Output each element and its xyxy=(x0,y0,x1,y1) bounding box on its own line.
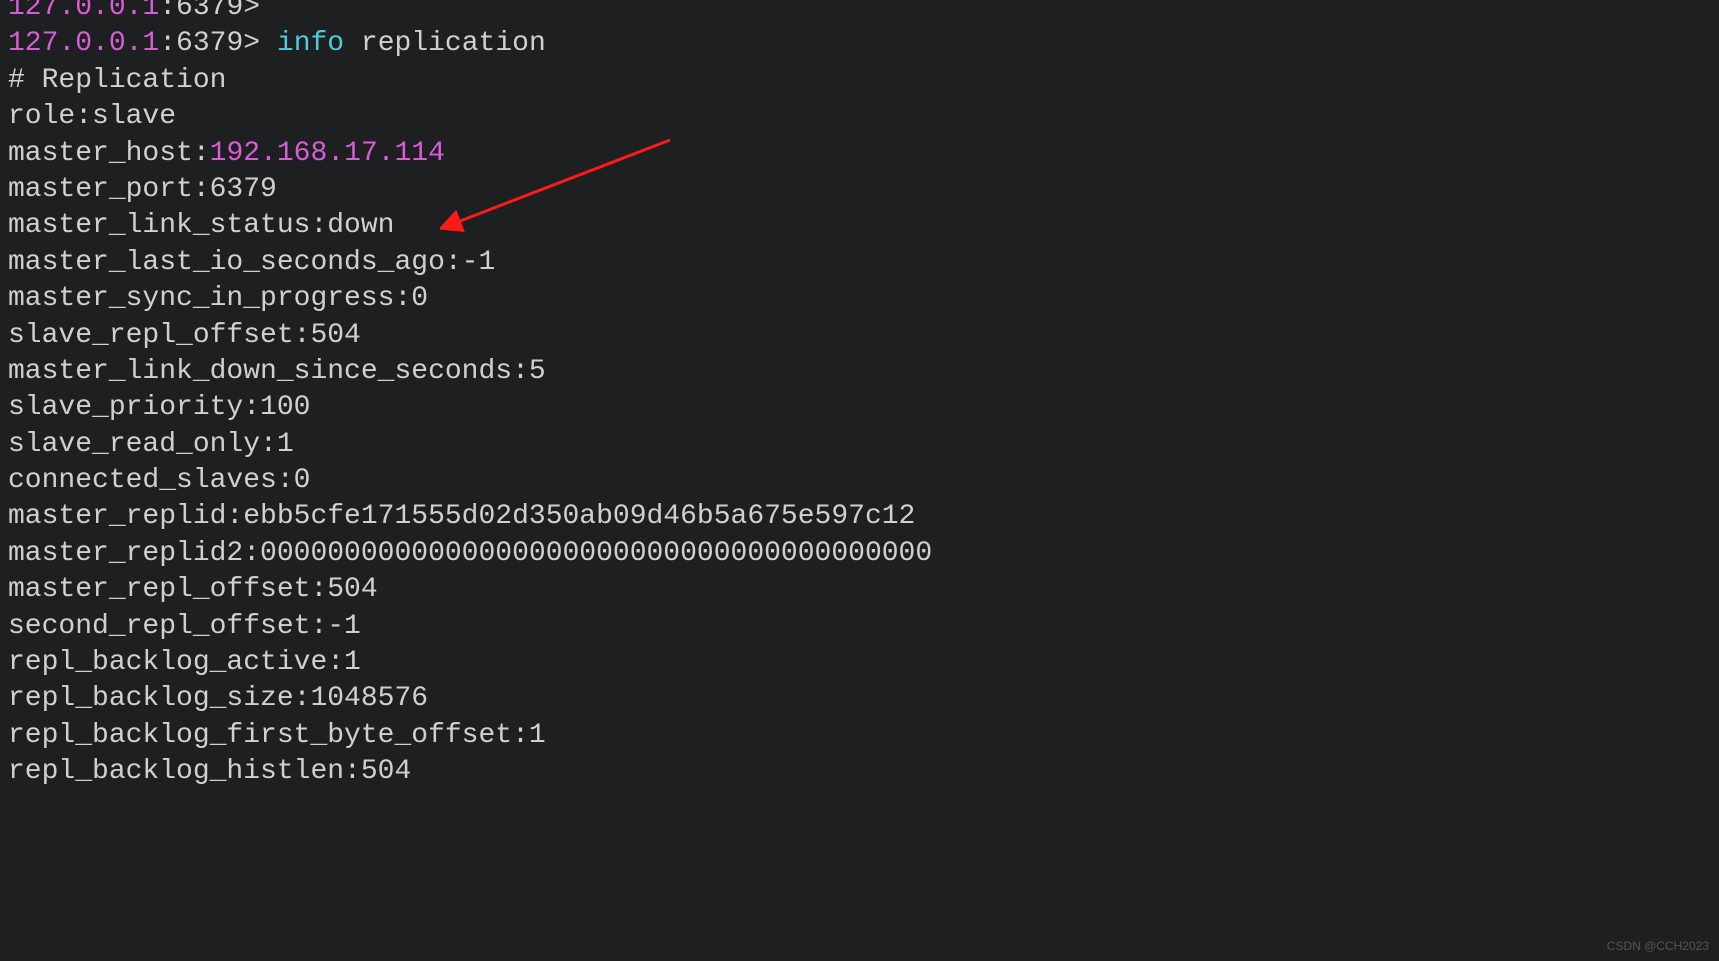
prompt-port-trunc: 6379 xyxy=(176,0,243,23)
output-master-port: master_port:6379 xyxy=(8,172,1711,208)
prompt-gt: > xyxy=(243,0,260,23)
prompt-host: 127.0.0.1 xyxy=(8,28,159,59)
prompt-port: 6379 xyxy=(176,28,243,59)
output-header: # Replication xyxy=(8,63,1711,99)
previous-prompt-truncated: 127.0.0.1:6379> xyxy=(8,0,1711,26)
prompt-line[interactable]: 127.0.0.1:6379> info replication xyxy=(8,26,1711,62)
output-repl-backlog-active: repl_backlog_active:1 xyxy=(8,645,1711,681)
output-slave-read-only: slave_read_only:1 xyxy=(8,427,1711,463)
output-master-replid2: master_replid2:0000000000000000000000000… xyxy=(8,536,1711,572)
output-master-link-status: master_link_status:down xyxy=(8,208,1711,244)
output-master-replid: master_replid:ebb5cfe171555d02d350ab09d4… xyxy=(8,499,1711,535)
output-role: role:slave xyxy=(8,99,1711,135)
output-slave-repl-offset: slave_repl_offset:504 xyxy=(8,318,1711,354)
prompt-gt2: > xyxy=(243,28,260,59)
output-repl-backlog-histlen: repl_backlog_histlen:504 xyxy=(8,754,1711,790)
output-second-repl-offset: second_repl_offset:-1 xyxy=(8,609,1711,645)
output-master-sync: master_sync_in_progress:0 xyxy=(8,281,1711,317)
output-slave-priority: slave_priority:100 xyxy=(8,390,1711,426)
command-name: info xyxy=(277,28,344,59)
output-repl-backlog-size: repl_backlog_size:1048576 xyxy=(8,681,1711,717)
master-host-value: 192.168.17.114 xyxy=(210,138,445,169)
output-master-repl-offset: master_repl_offset:504 xyxy=(8,572,1711,608)
output-master-host: master_host:192.168.17.114 xyxy=(8,136,1711,172)
output-repl-backlog-first: repl_backlog_first_byte_offset:1 xyxy=(8,718,1711,754)
master-host-label: master_host: xyxy=(8,138,210,169)
watermark-text: CSDN @CCH2023 xyxy=(1607,939,1709,955)
output-master-last-io: master_last_io_seconds_ago:-1 xyxy=(8,245,1711,281)
prompt-host-trunc: 127.0.0.1 xyxy=(8,0,159,23)
output-connected-slaves: connected_slaves:0 xyxy=(8,463,1711,499)
command-arg: replication xyxy=(361,28,546,59)
output-master-link-down: master_link_down_since_seconds:5 xyxy=(8,354,1711,390)
